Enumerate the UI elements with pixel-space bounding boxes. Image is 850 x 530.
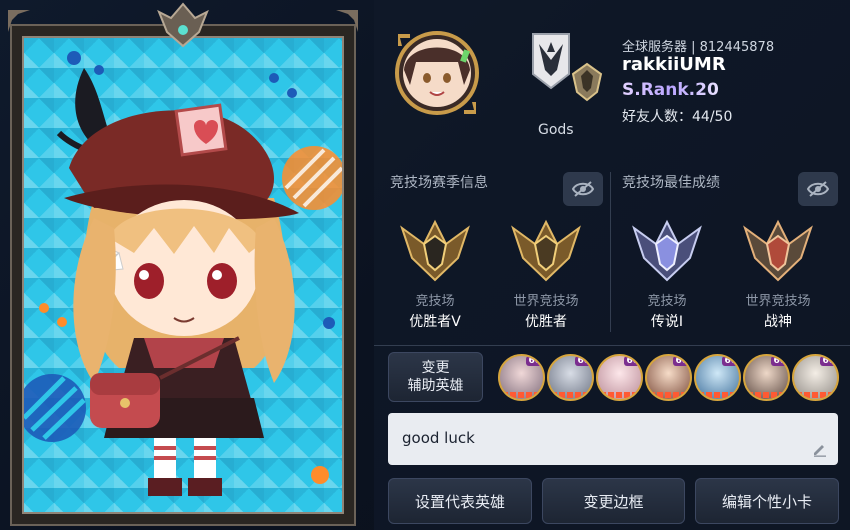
arena-label: 世界竞技场 [745, 294, 811, 309]
guild-name: Gods [538, 122, 574, 138]
support-hero-slot[interactable]: 60 [645, 354, 692, 401]
hero-level: 60 [575, 356, 592, 366]
hero-level: 60 [526, 356, 543, 366]
arena-season-title: 竞技场赛季信息 [390, 175, 488, 191]
hero-portrait [24, 51, 342, 496]
arena-value: 战神 [764, 314, 792, 330]
arena-label: 竞技场 [415, 294, 455, 309]
arena-medal-icon [743, 219, 813, 282]
section-divider [374, 345, 850, 346]
hero-level: 60 [820, 356, 837, 366]
button-label: 辅助英雄 [407, 378, 464, 394]
support-hero-slot[interactable]: 60 [498, 354, 545, 401]
friend-count: 好友人数：44/50 [622, 109, 733, 125]
hero-level: 60 [722, 356, 739, 366]
hero-stars [551, 392, 590, 398]
edit-profile-card-button[interactable]: 编辑个性小卡 [695, 478, 839, 524]
hero-stars [747, 392, 786, 398]
hero-stars [698, 392, 737, 398]
corner-ornament-icon [336, 10, 358, 32]
card-crest-icon [157, 2, 209, 48]
arena-value: 优胜者V [409, 314, 461, 330]
arena-label: 竞技场 [647, 294, 687, 309]
player-name: rakkiiUMR [622, 54, 726, 75]
section-divider [610, 172, 611, 332]
arena-medal-icon [632, 219, 702, 282]
pencil-icon[interactable] [812, 441, 828, 457]
hero-level: 60 [673, 356, 690, 366]
world-arena-best-item: 世界竞技场 战神 [728, 218, 828, 331]
player-rank: S.Rank.20 [622, 80, 719, 100]
arena-medal-icon [511, 219, 581, 282]
change-frame-button[interactable]: 变更边框 [542, 478, 685, 524]
hero-stars [502, 392, 541, 398]
arena-value: 传说I [650, 314, 684, 330]
profile-screen: Gods 全球服务器 | 812445878 rakkiiUMR S.Rank.… [0, 0, 850, 530]
hero-level: 60 [624, 356, 641, 366]
arena-label: 世界竞技场 [513, 294, 579, 309]
arena-season-item: 竞技场 优胜者V [385, 218, 485, 331]
support-hero-slot[interactable]: 60 [792, 354, 839, 401]
guild-crest-icon [532, 33, 603, 102]
set-representative-hero-button[interactable]: 设置代表英雄 [388, 478, 532, 524]
hide-best-record-button[interactable] [798, 172, 838, 206]
support-hero-slot[interactable]: 60 [743, 354, 790, 401]
support-hero-slot[interactable]: 60 [596, 354, 643, 401]
button-label: 变更 [421, 360, 450, 376]
hide-season-info-button[interactable] [563, 172, 603, 206]
server-info: 全球服务器 | 812445878 [622, 40, 775, 55]
player-avatar[interactable] [394, 30, 480, 136]
eye-off-icon [807, 181, 829, 197]
hero-stars [600, 392, 639, 398]
profile-message-text: good luck [402, 429, 475, 447]
support-hero-slot[interactable]: 60 [694, 354, 741, 401]
arena-value: 优胜者 [525, 314, 567, 330]
support-hero-slot[interactable]: 60 [547, 354, 594, 401]
profile-message-field[interactable]: good luck [388, 413, 838, 465]
arena-best-item: 竞技场 传说I [617, 218, 717, 331]
arena-medal-icon [400, 219, 470, 282]
hero-level: 60 [771, 356, 788, 366]
hero-card-frame [10, 24, 356, 526]
corner-ornament-icon [8, 10, 30, 32]
hero-card-background [22, 36, 344, 514]
change-support-hero-button[interactable]: 变更 辅助英雄 [388, 352, 483, 402]
eye-off-icon [572, 181, 594, 197]
world-arena-season-item: 世界竞技场 优胜者 [496, 218, 596, 331]
hero-stars [796, 392, 835, 398]
hero-stars [649, 392, 688, 398]
arena-best-title: 竞技场最佳成绩 [622, 175, 720, 191]
support-hero-list: 60 60 60 60 60 60 60 [498, 354, 840, 402]
